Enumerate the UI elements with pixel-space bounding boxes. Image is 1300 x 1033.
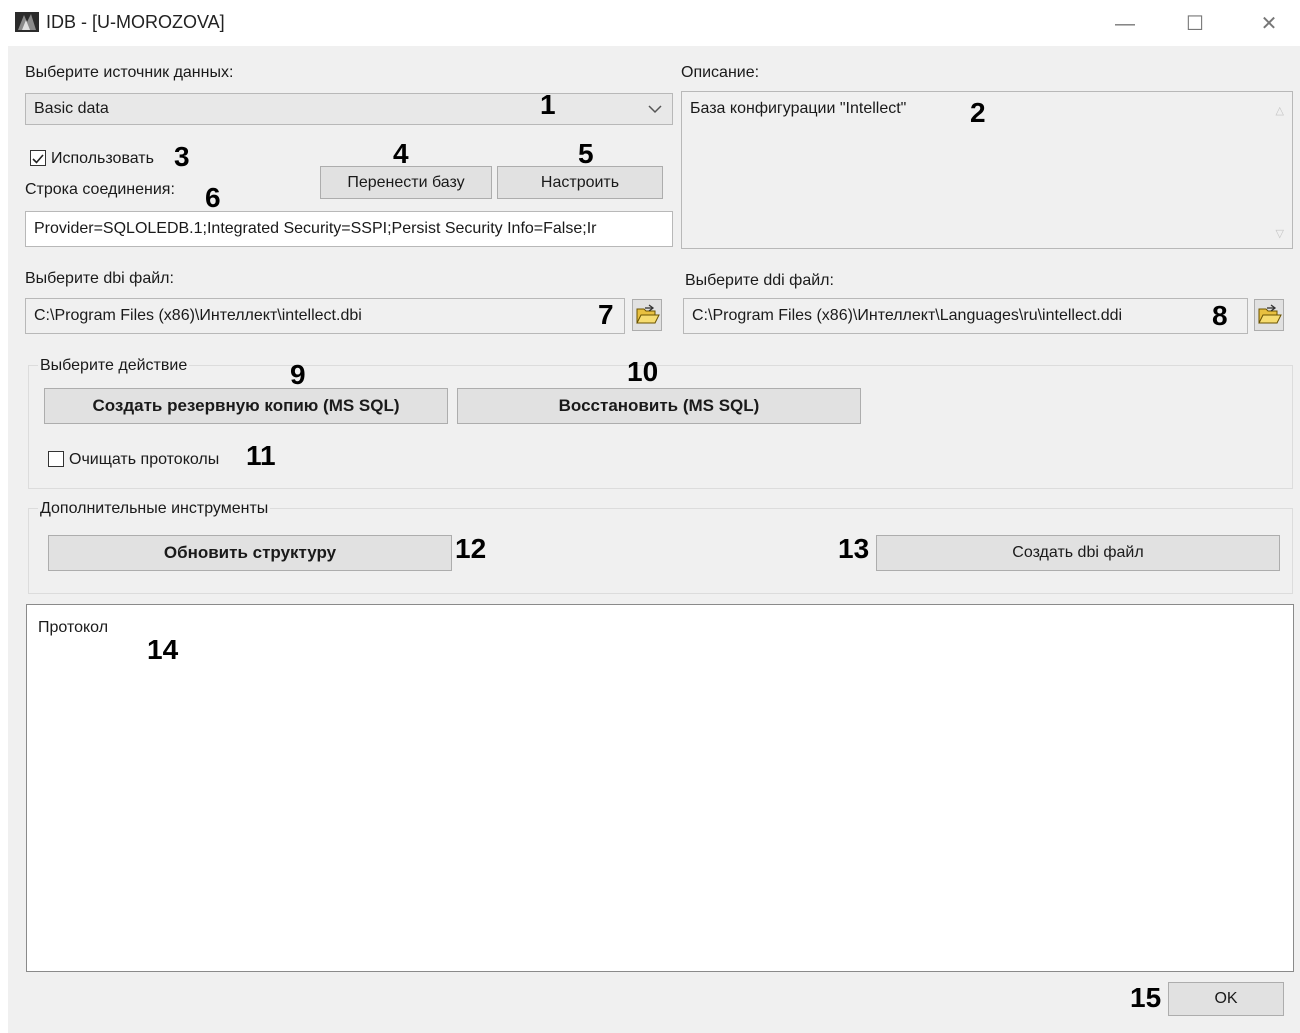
datasource-select[interactable]: Basic data <box>25 93 673 125</box>
ddi-file-field[interactable]: C:\Program Files (x86)\Интеллект\Languag… <box>683 298 1248 334</box>
ddi-label: Выберите ddi файл: <box>685 272 834 289</box>
idb-window: IDB - [U-MOROZOVA] — ☐ ✕ Выберите источн… <box>8 0 1300 1033</box>
marker-8: 8 <box>1212 300 1228 331</box>
maximize-icon[interactable]: ☐ <box>1172 6 1218 42</box>
update-structure-button[interactable]: Обновить структуру <box>48 535 452 571</box>
app-icon <box>15 12 39 32</box>
action-group-label: Выберите действие <box>38 357 190 375</box>
connection-label: Строка соединения: <box>25 181 175 198</box>
minimize-icon[interactable]: — <box>1102 6 1148 42</box>
marker-1: 1 <box>540 89 556 120</box>
window-title: IDB - [U-MOROZOVA] <box>46 12 225 32</box>
description-text: База конфигурации "Intellect" <box>690 100 907 117</box>
use-checkbox-label[interactable]: Использовать <box>51 150 154 168</box>
connection-string-field[interactable]: Provider=SQLOLEDB.1;Integrated Security=… <box>25 211 673 247</box>
folder-open-icon <box>1258 304 1282 324</box>
description-label: Описание: <box>681 64 760 81</box>
datasource-label: Выберите источник данных: <box>25 64 234 81</box>
chevron-down-icon[interactable] <box>648 104 662 114</box>
dbi-label: Выберите dbi файл: <box>25 270 174 287</box>
scroll-down-icon[interactable]: ▽ <box>1276 227 1284 240</box>
scroll-up-icon[interactable]: △ <box>1276 104 1284 117</box>
folder-open-icon <box>636 304 660 324</box>
marker-10: 10 <box>627 356 659 387</box>
description-textarea[interactable]: База конфигурации "Intellect" △ ▽ <box>681 91 1293 249</box>
marker-11: 11 <box>246 440 276 471</box>
log-text: Протокол <box>38 619 109 636</box>
ddi-browse-button[interactable] <box>1254 299 1284 331</box>
configure-button[interactable]: Настроить <box>497 166 663 199</box>
ok-button[interactable]: OK <box>1168 982 1284 1016</box>
dbi-file-field[interactable]: C:\Program Files (x86)\Интеллект\intelle… <box>25 298 625 334</box>
log-area[interactable]: Протокол <box>26 604 1294 972</box>
datasource-selected: Basic data <box>34 100 109 117</box>
marker-7: 7 <box>598 299 614 330</box>
tools-group-label: Дополнительные инструменты <box>38 500 271 518</box>
marker-15: 15 <box>1130 982 1162 1013</box>
restore-button[interactable]: Восстановить (MS SQL) <box>457 388 861 424</box>
checkmark-icon <box>32 154 44 164</box>
close-icon[interactable]: ✕ <box>1246 6 1292 42</box>
create-dbi-button[interactable]: Создать dbi файл <box>876 535 1280 571</box>
title-bar[interactable]: IDB - [U-MOROZOVA] — ☐ ✕ <box>8 0 1300 46</box>
marker-6: 6 <box>205 182 221 213</box>
marker-9: 9 <box>290 359 306 390</box>
action-group <box>28 365 1293 489</box>
transfer-db-button[interactable]: Перенести базу <box>320 166 492 199</box>
marker-14: 14 <box>147 634 179 665</box>
clear-logs-checkbox[interactable] <box>48 451 64 467</box>
marker-3: 3 <box>174 141 190 172</box>
backup-button[interactable]: Создать резервную копию (MS SQL) <box>44 388 448 424</box>
marker-13: 13 <box>838 533 870 564</box>
clear-logs-label[interactable]: Очищать протоколы <box>69 451 219 469</box>
dbi-browse-button[interactable] <box>632 299 662 331</box>
marker-2: 2 <box>970 97 986 128</box>
marker-12: 12 <box>455 533 487 564</box>
use-checkbox[interactable] <box>30 150 46 166</box>
